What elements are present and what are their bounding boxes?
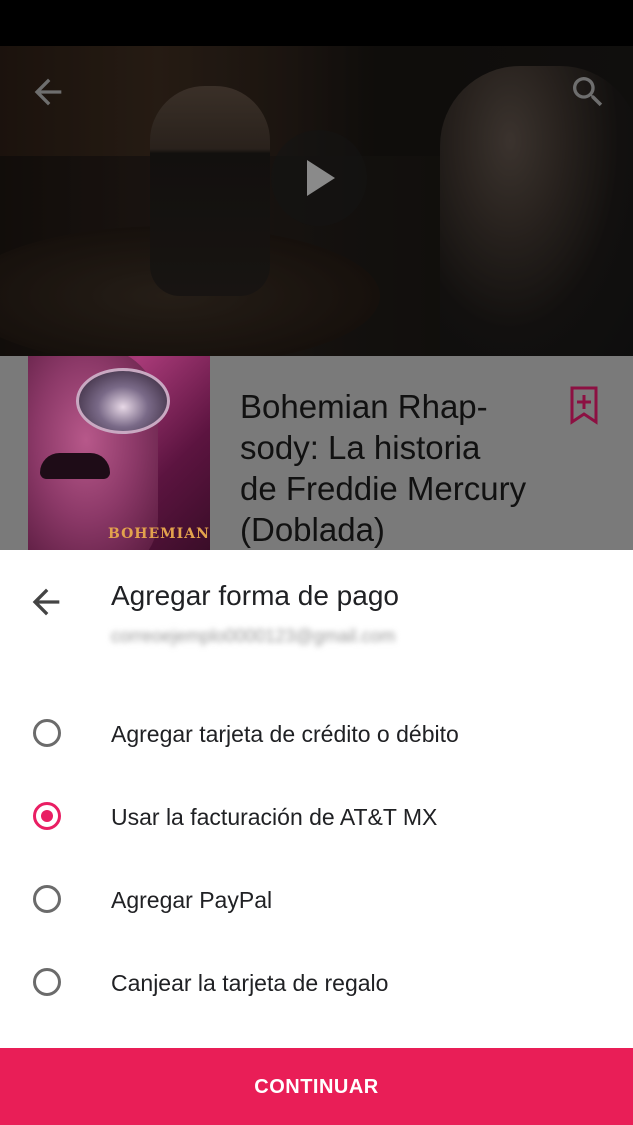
- option-label: Agregar tarjeta de crédito o débito: [111, 721, 459, 747]
- payment-method-sheet: Agregar forma de pago correoejemplo00001…: [0, 550, 633, 1125]
- search-icon: [568, 72, 608, 112]
- radio-button[interactable]: [33, 968, 61, 996]
- continue-button[interactable]: CONTINUAR: [0, 1048, 633, 1125]
- radio-button-selected[interactable]: [33, 802, 61, 830]
- arrow-back-icon[interactable]: [26, 582, 66, 622]
- account-email: correoejemplo0000123@gmail.com: [111, 626, 396, 646]
- poster-title: BOHEMIAN: [108, 526, 210, 542]
- play-icon: [307, 160, 335, 196]
- option-gift-card[interactable]: Canjear la tarjeta de regalo: [0, 942, 633, 1025]
- option-paypal[interactable]: Agregar PayPal: [0, 859, 633, 942]
- option-att-billing[interactable]: Usar la facturación de AT&T MX: [0, 776, 633, 859]
- arrow-back-icon: [28, 72, 68, 112]
- movie-details: BOHEMIAN Bohemian Rhap- sody: La histori…: [0, 356, 633, 550]
- sheet-title: Agregar forma de pago: [111, 580, 399, 611]
- bookmark-add-icon: [568, 386, 600, 426]
- movie-title: Bohemian Rhap- sody: La historia de Fred…: [240, 388, 527, 548]
- movie-poster: BOHEMIAN: [28, 356, 210, 550]
- option-credit-card[interactable]: Agregar tarjeta de crédito o débito: [0, 693, 633, 776]
- option-label: Canjear la tarjeta de regalo: [111, 970, 389, 996]
- play-button: [271, 130, 367, 226]
- radio-button[interactable]: [33, 885, 61, 913]
- status-bar: [0, 0, 633, 46]
- option-label: Agregar PayPal: [111, 887, 273, 913]
- option-label: Usar la facturación de AT&T MX: [111, 804, 438, 830]
- payment-options: Agregar tarjeta de crédito o débito Usar…: [0, 693, 633, 1025]
- screen: BOHEMIAN Bohemian Rhap- sody: La histori…: [0, 0, 633, 1125]
- radio-button[interactable]: [33, 719, 61, 747]
